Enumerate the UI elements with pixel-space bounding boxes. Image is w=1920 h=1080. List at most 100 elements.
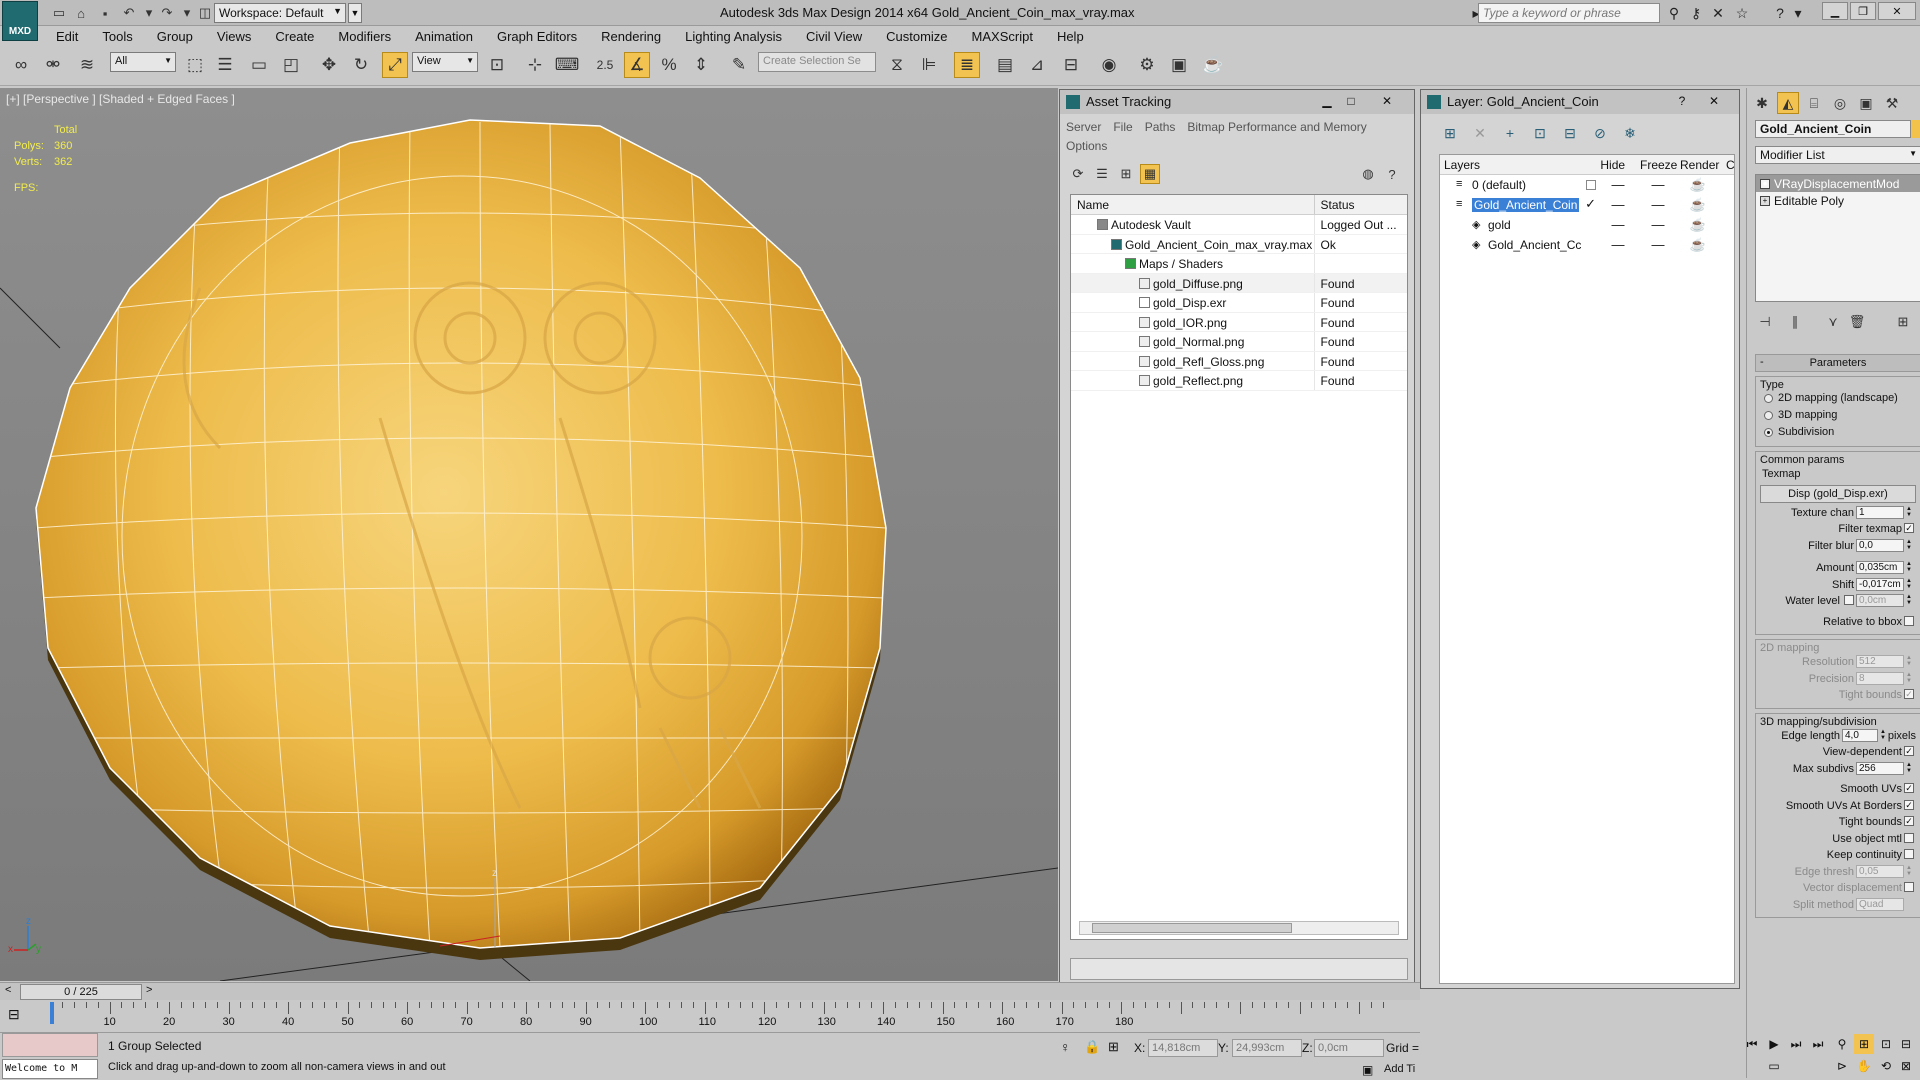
radio-2d-mapping[interactable]: 2D mapping (landscape) xyxy=(1760,392,1916,408)
minimize-button[interactable]: ▁ xyxy=(1318,92,1336,110)
spinner-snap-icon[interactable]: ⇕ xyxy=(688,52,714,78)
spinner-icon[interactable]: ▲ ▼ xyxy=(1906,655,1914,668)
stack-item-vray-displacement[interactable]: ● VRayDisplacementMod xyxy=(1756,175,1920,192)
snaps-toggle-icon[interactable]: 2.5 xyxy=(592,52,618,78)
zoom-all-icon[interactable]: ⊞ xyxy=(1854,1034,1874,1054)
show-end-result-icon[interactable]: ∥ xyxy=(1785,312,1805,332)
table-view-icon[interactable]: ▦ xyxy=(1140,164,1160,184)
rendered-frame-window-icon[interactable]: ▣ xyxy=(1166,52,1192,78)
edge-thresh-input[interactable]: 0,05 xyxy=(1856,864,1904,878)
undo-icon[interactable]: ↶ xyxy=(120,4,138,22)
graphite-ribbon-icon[interactable]: ▤ xyxy=(992,52,1018,78)
amount-input[interactable]: 0,035cm xyxy=(1856,561,1904,574)
align-icon[interactable]: ⊫ xyxy=(916,52,942,78)
hierarchy-tab-icon[interactable]: ⌸ xyxy=(1803,92,1825,114)
hide-toggle[interactable]: — xyxy=(1598,215,1638,235)
z-coordinate-input[interactable]: 0,0cm xyxy=(1314,1039,1384,1057)
menu-customize[interactable]: Customize xyxy=(874,26,959,44)
maximize-viewport-icon[interactable]: ⊠ xyxy=(1896,1056,1916,1076)
asset-row-max-file[interactable]: Gold_Ancient_Coin_max_vray.max Ok xyxy=(1071,234,1407,254)
zoom-icon[interactable]: ⚲ xyxy=(1832,1034,1852,1054)
track-bar[interactable]: ⊟ 10 20 30 40 50 60 70 80 90 100 110 120 130 140 150 16… xyxy=(0,1000,1420,1030)
zoom-extents-icon[interactable]: ⊡ xyxy=(1876,1034,1896,1054)
current-layer-check-icon[interactable]: ✓ xyxy=(1585,196,1596,212)
percent-snap-icon[interactable]: % xyxy=(656,52,682,78)
freeze-all-icon[interactable]: ❄ xyxy=(1619,122,1641,144)
binoculars-icon[interactable]: ⚲ xyxy=(1664,3,1684,23)
tree-view-icon[interactable]: ⊞ xyxy=(1116,164,1136,184)
column-color[interactable]: C xyxy=(1722,155,1735,174)
move-icon[interactable]: ✥ xyxy=(316,52,342,78)
utilities-tab-icon[interactable]: ⚒ xyxy=(1881,92,1903,114)
time-slider-thumb[interactable]: 0 / 225 xyxy=(20,984,142,1000)
close-button[interactable]: ✕ xyxy=(1878,2,1916,20)
redo-dropdown-icon[interactable]: ▾ xyxy=(178,4,196,22)
menu-edit[interactable]: Edit xyxy=(44,26,90,44)
new-file-icon[interactable]: ▭ xyxy=(50,4,68,22)
angle-snap-icon[interactable]: ∡ xyxy=(624,52,650,78)
rectangular-selection-icon[interactable]: ▭ xyxy=(246,52,272,78)
search-input[interactable]: Type a keyword or phrase xyxy=(1478,3,1660,23)
help-icon[interactable]: ? xyxy=(1673,92,1691,110)
add-time-tag[interactable]: Add Ti xyxy=(1384,1063,1415,1075)
edit-named-selection-icon[interactable]: ✎ xyxy=(726,52,752,78)
favorites-star-icon[interactable]: ☆ xyxy=(1732,3,1752,23)
scrollbar-thumb[interactable] xyxy=(1092,923,1292,933)
render-production-icon[interactable]: ☕ xyxy=(1200,52,1226,78)
current-layer-checkbox[interactable] xyxy=(1586,180,1596,190)
column-name[interactable]: Name xyxy=(1071,195,1314,214)
refresh-icon[interactable]: ⟳ xyxy=(1068,164,1088,184)
save-icon[interactable]: ▪ xyxy=(96,4,114,22)
project-folder-icon[interactable]: ◫ xyxy=(196,4,214,22)
mirror-icon[interactable]: ⧖ xyxy=(884,52,910,78)
select-manipulate-icon[interactable]: ⊹ xyxy=(522,52,548,78)
next-frame-icon[interactable]: > xyxy=(146,984,152,996)
maxscript-listener-mini[interactable] xyxy=(2,1033,98,1057)
menu-views[interactable]: Views xyxy=(205,26,263,44)
communication-center-icon[interactable]: ✕ xyxy=(1708,3,1728,23)
restore-button[interactable]: ❐ xyxy=(1850,2,1876,20)
make-unique-icon[interactable]: ⋎ xyxy=(1823,312,1843,332)
freeze-toggle[interactable]: — xyxy=(1638,175,1678,195)
spinner-icon[interactable]: ▲ ▼ xyxy=(1906,672,1914,685)
freeze-toggle[interactable]: — xyxy=(1638,195,1678,215)
menu-graph-editors[interactable]: Graph Editors xyxy=(485,26,589,44)
texmap-button[interactable]: Disp (gold_Disp.exr) xyxy=(1760,484,1916,503)
modify-tab-icon[interactable]: ◭ xyxy=(1777,92,1799,114)
layer-object-gold-ancient-coin[interactable]: ◈ Gold_Ancient_Cc — — ☕ xyxy=(1440,235,1734,255)
help-icon[interactable]: ? xyxy=(1382,164,1402,184)
lightbulb-icon[interactable]: ● xyxy=(1760,179,1770,189)
filter-blur-input[interactable]: 0,0 xyxy=(1856,538,1904,552)
subscription-icon[interactable]: ⚷ xyxy=(1686,3,1706,23)
next-key-icon[interactable]: ⏭ xyxy=(1786,1034,1806,1054)
pan-view-icon[interactable]: ✋ xyxy=(1854,1056,1874,1076)
column-layers[interactable]: Layers xyxy=(1440,155,1596,174)
add-to-layer-icon[interactable]: + xyxy=(1499,122,1521,144)
curve-editor-icon[interactable]: ⊿ xyxy=(1024,52,1050,78)
x-coordinate-input[interactable]: 14,818cm xyxy=(1148,1039,1218,1057)
menu-paths[interactable]: Paths xyxy=(1145,120,1176,134)
view-dependent-checkbox[interactable]: ✓ xyxy=(1904,746,1914,756)
layer-manager-icon[interactable]: ≣ xyxy=(954,52,980,78)
render-teapot-icon[interactable]: ☕ xyxy=(1678,215,1718,235)
previous-frame-icon[interactable]: < xyxy=(5,984,11,996)
track-ruler[interactable]: 10 20 30 40 50 60 70 80 90 100 110 120 130 140 150 160 1… xyxy=(50,1002,1414,1028)
menu-bitmap-performance[interactable]: Bitmap Performance and Memory xyxy=(1187,120,1366,134)
use-object-mtl-checkbox[interactable] xyxy=(1904,832,1914,843)
help-dropdown-icon[interactable]: ▾ xyxy=(1788,3,1808,23)
column-hide[interactable]: Hide xyxy=(1596,155,1636,174)
asset-row-vault[interactable]: Autodesk Vault Logged Out ... xyxy=(1071,215,1407,235)
quick-access-dropdown[interactable]: ▼ xyxy=(348,3,362,23)
layer-row-gold-ancient-coin[interactable]: ≡ Gold_Ancient_Coin ✓ — — ☕ xyxy=(1440,195,1734,215)
asset-row-maps[interactable]: Maps / Shaders xyxy=(1071,254,1407,274)
tight-bounds-3d-checkbox[interactable]: ✓ xyxy=(1904,816,1914,826)
remove-modifier-icon[interactable]: 🗑 xyxy=(1847,312,1867,332)
asset-row-file[interactable]: gold_Disp.exr Found xyxy=(1071,293,1407,313)
spinner-icon[interactable]: ▲ ▼ xyxy=(1906,762,1914,775)
maxscript-input[interactable]: Welcome to M xyxy=(2,1059,98,1079)
render-teapot-icon[interactable]: ☕ xyxy=(1678,235,1718,255)
rotate-icon[interactable]: ↻ xyxy=(348,52,374,78)
smooth-uvs-checkbox[interactable]: ✓ xyxy=(1904,783,1914,793)
menu-tools[interactable]: Tools xyxy=(90,26,144,44)
render-teapot-icon[interactable]: ☕ xyxy=(1678,175,1718,195)
